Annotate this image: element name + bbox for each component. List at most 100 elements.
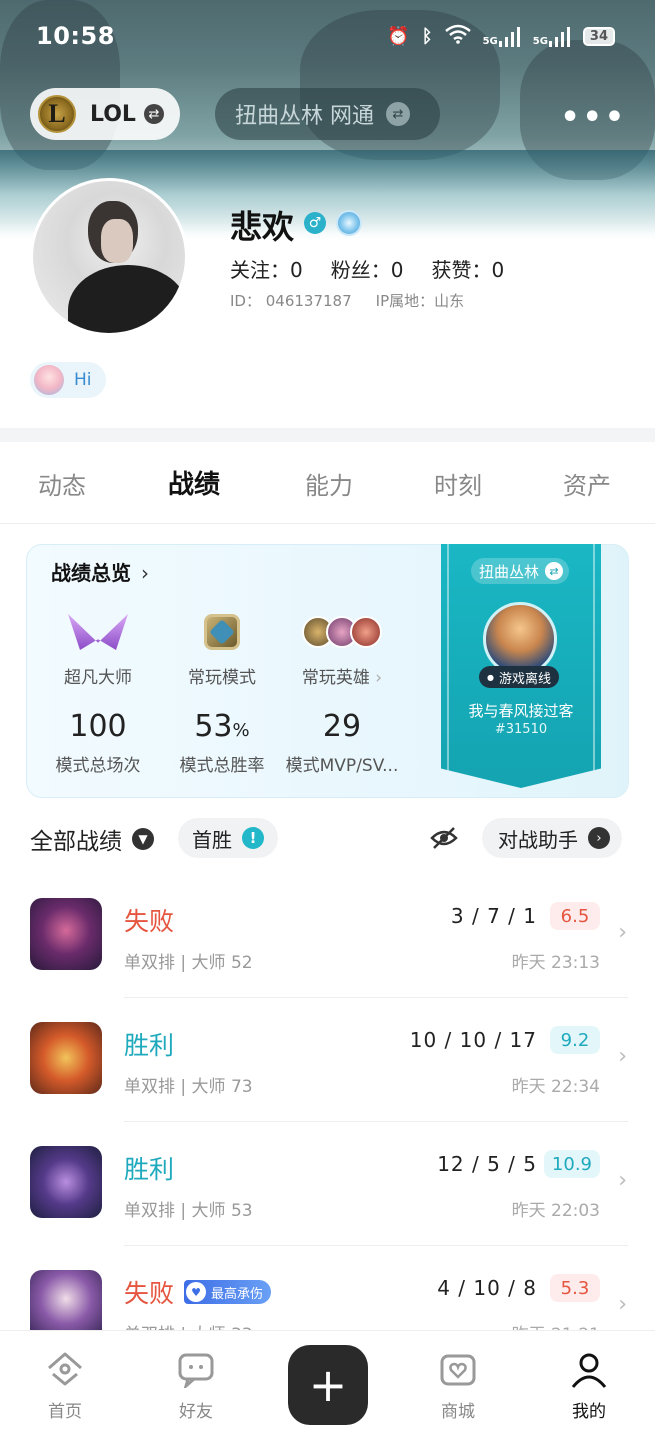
- user-icon: [549, 1349, 629, 1391]
- alert-icon: !: [242, 827, 264, 849]
- nav-shop-label: 商城: [441, 1402, 475, 1422]
- favorite-champions: [302, 616, 382, 648]
- user-id: ID： 046137187: [230, 292, 352, 310]
- rank-column: 超凡大师: [33, 607, 163, 688]
- sticker-avatar-icon: [34, 365, 64, 395]
- game-switcher[interactable]: L LOL ⇄: [30, 88, 180, 140]
- nav-shop[interactable]: 商城: [418, 1349, 498, 1422]
- match-score: 9.2: [550, 1026, 600, 1054]
- all-records-dropdown[interactable]: 全部战绩 ▼: [30, 822, 154, 856]
- signal-label: 5G: [532, 35, 548, 47]
- likes-count: 获赞：0: [431, 258, 505, 282]
- nav-home-label: 首页: [48, 1402, 82, 1422]
- nav-friends[interactable]: 好友: [156, 1349, 236, 1422]
- mvp-label: 模式MVP/SV...: [285, 756, 399, 776]
- eye-off-icon[interactable]: [430, 824, 458, 852]
- server-label: 扭曲丛林 网通: [235, 104, 374, 129]
- match-mode: 单双排 | 大师 53: [124, 1201, 253, 1221]
- game-label: LOL: [90, 101, 136, 127]
- champion-icon: [30, 1146, 102, 1218]
- avatar[interactable]: [30, 178, 188, 336]
- tab-ability[interactable]: 能力: [305, 466, 353, 501]
- player-avatar: [483, 602, 557, 676]
- champion-icon: [30, 898, 102, 970]
- nav-friends-label: 好友: [179, 1402, 213, 1422]
- match-time: 昨天 22:34: [511, 1077, 600, 1097]
- match-score: 5.3: [550, 1274, 600, 1302]
- banner-server[interactable]: 扭曲丛林 ⇄: [471, 558, 570, 584]
- record-overview-card[interactable]: 战绩总览 › 超凡大师 常玩模式 常玩英雄 › 100 53% 29 模式总场次 …: [26, 544, 629, 798]
- match-score: 6.5: [550, 902, 600, 930]
- greeting-chip[interactable]: Hi: [30, 362, 106, 398]
- match-kda: 12 / 5 / 5: [437, 1152, 537, 1176]
- mode-column: 常玩模式: [157, 607, 287, 688]
- status-bar: 10:58 ⏰ ᛒ 5G 5G 34: [0, 22, 655, 56]
- tab-records[interactable]: 战绩: [168, 464, 220, 501]
- swap-icon: ⇄: [545, 562, 564, 580]
- server-switcher[interactable]: 扭曲丛林 网通 ⇄: [215, 88, 440, 140]
- match-score: 10.9: [543, 1150, 600, 1178]
- hero-column[interactable]: 常玩英雄 ›: [277, 607, 407, 688]
- dropdown-icon: ▼: [132, 828, 154, 850]
- first-win-button[interactable]: 首胜!: [178, 818, 278, 858]
- match-result: 胜利: [124, 1155, 175, 1184]
- overview-title[interactable]: 战绩总览 ›: [51, 557, 149, 586]
- rank-label: 超凡大师: [64, 668, 132, 688]
- all-records-label: 全部战绩: [30, 829, 122, 855]
- champion-icon: [30, 1022, 102, 1094]
- battle-assistant-label: 对战助手: [498, 827, 578, 852]
- match-row[interactable]: 失败 单双排 | 大师 52 3 / 7 / 1 6.5 昨天 23:13 ›: [0, 874, 655, 998]
- mvp-count: 29: [322, 709, 362, 744]
- match-time: 昨天 22:03: [511, 1201, 600, 1221]
- tab-moments-time[interactable]: 时刻: [434, 466, 482, 501]
- profile-id-line: ID： 046137187 IP属地：山东: [230, 290, 464, 311]
- signal-label: 5G: [482, 35, 498, 47]
- battery-icon: 34: [582, 27, 615, 46]
- shield-icon: ♥: [186, 1282, 206, 1302]
- win-rate: 53%: [194, 709, 250, 744]
- match-result: 胜利: [124, 1031, 175, 1060]
- match-row[interactable]: 胜利 单双排 | 大师 53 12 / 5 / 5 10.9 昨天 22:03 …: [0, 1122, 655, 1246]
- follow-count[interactable]: 关注：0: [230, 254, 303, 283]
- match-result: 失败: [124, 1279, 175, 1308]
- match-mode: 单双排 | 大师 52: [124, 953, 253, 973]
- plus-icon[interactable]: +: [288, 1345, 368, 1425]
- match-time: 昨天 23:13: [511, 953, 600, 973]
- shop-icon: [418, 1349, 498, 1391]
- player-banner[interactable]: 扭曲丛林⇄ 游戏离线 我与春风接过客 #31510: [441, 544, 601, 788]
- home-icon: [25, 1349, 105, 1391]
- profile-tabs: 动态 战绩 能力 时刻 资产: [0, 442, 655, 524]
- nav-home[interactable]: 首页: [25, 1349, 105, 1422]
- online-status: 游戏离线: [479, 666, 559, 688]
- nav-me[interactable]: 我的: [549, 1349, 629, 1422]
- bluetooth-icon: ᛒ: [421, 26, 433, 47]
- chevron-right-icon: ›: [618, 1044, 627, 1069]
- profile-stats: 关注：0 粉丝：0 获赞：0: [230, 254, 504, 283]
- verified-badge-icon[interactable]: [336, 210, 362, 236]
- chevron-right-icon: ›: [141, 561, 149, 585]
- tab-moments[interactable]: 动态: [38, 466, 86, 501]
- match-kda: 4 / 10 / 8: [437, 1276, 537, 1300]
- hero-label: 常玩英雄 ›: [301, 668, 383, 688]
- status-icons: ⏰ ᛒ 5G 5G 34: [387, 24, 615, 49]
- chevron-right-icon: ›: [618, 1168, 627, 1193]
- match-result: 失败: [124, 907, 175, 936]
- alarm-icon: ⏰: [387, 26, 410, 47]
- avatar-face: [101, 219, 133, 263]
- section-divider: [0, 428, 655, 442]
- battle-assistant-button[interactable]: 对战助手 ›: [482, 818, 622, 858]
- mode-label: 常玩模式: [188, 668, 256, 688]
- total-games-label: 模式总场次: [55, 756, 141, 776]
- match-kda: 3 / 7 / 1: [450, 904, 537, 928]
- tab-assets[interactable]: 资产: [563, 466, 611, 501]
- total-games: 100: [69, 709, 127, 744]
- record-filters: 全部战绩 ▼ 首胜! 对战助手 ›: [0, 816, 655, 860]
- profile-name: 悲欢: [230, 208, 295, 246]
- more-icon[interactable]: •••: [560, 100, 627, 135]
- fans-count[interactable]: 粉丝：0: [331, 254, 404, 283]
- match-row[interactable]: 胜利 单双排 | 大师 73 10 / 10 / 17 9.2 昨天 22:34…: [0, 998, 655, 1122]
- match-mode: 单双排 | 大师 73: [124, 1077, 253, 1097]
- signal-icon: 5G: [482, 26, 521, 47]
- lol-logo-icon: L: [38, 95, 76, 133]
- player-name: 我与春风接过客: [468, 702, 574, 720]
